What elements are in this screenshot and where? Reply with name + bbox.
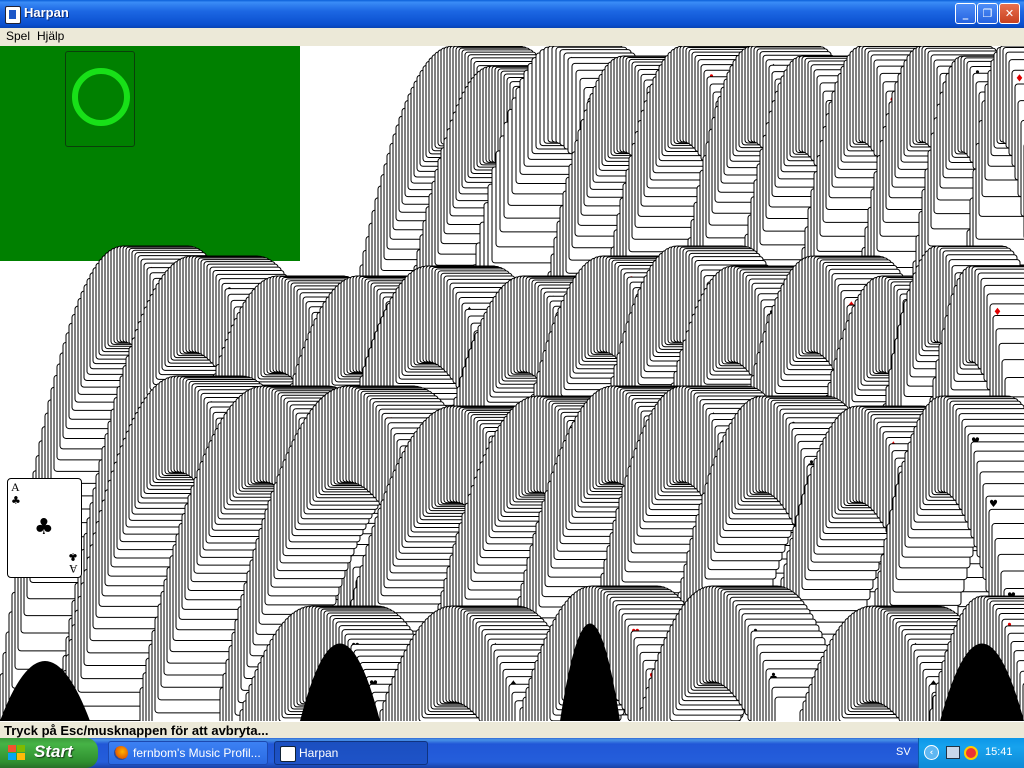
firefox-icon	[114, 746, 128, 760]
taskbar-item-label: fernbom's Music Profil...	[133, 746, 261, 760]
start-button[interactable]: Start	[0, 738, 98, 768]
system-tray: ‹ 15:41	[918, 738, 1024, 768]
status-message: Tryck på Esc/musknappen för att avbryta.…	[4, 723, 269, 738]
club-center-icon: ♣	[34, 515, 54, 540]
club-icon: ♣	[11, 494, 21, 507]
close-button[interactable]: ✕	[999, 3, 1020, 24]
menu-spel[interactable]: Spel	[6, 29, 30, 43]
start-label: Start	[34, 742, 73, 761]
taskbar: Start fernbom's Music Profil... Harpan S…	[0, 738, 1024, 768]
harpan-app-icon	[5, 6, 21, 24]
clock[interactable]: 15:41	[985, 746, 1013, 758]
menu-hjalp[interactable]: Hjälp	[37, 29, 64, 43]
minimize-button[interactable]: _	[955, 3, 976, 24]
bouncing-card-ace-of-clubs: A ♣ ♣ ♣ A	[7, 478, 82, 578]
taskbar-item-harpan[interactable]: Harpan	[274, 741, 428, 765]
status-bar: Tryck på Esc/musknappen för att avbryta.…	[0, 721, 1024, 739]
card-trail-pip: ♥	[989, 499, 998, 510]
maximize-button[interactable]: ❐	[977, 3, 998, 24]
security-shield-icon[interactable]	[964, 746, 978, 760]
windows-logo-icon	[8, 745, 26, 761]
window-title: Harpan	[24, 5, 69, 20]
menu-bar: Spel Hjälp	[0, 28, 1024, 46]
network-icon[interactable]	[946, 746, 960, 759]
chevron-left-icon[interactable]: ‹	[924, 745, 939, 760]
card-rank-top: A	[11, 480, 20, 494]
harpan-icon	[280, 746, 296, 762]
taskbar-item-firefox[interactable]: fernbom's Music Profil...	[108, 741, 268, 765]
card-trail-pip: ♦	[1015, 73, 1024, 84]
game-board[interactable]: ♠♠♠♠♠♠♠♠♠♠♠♠♠♠♠♠♠♥♥♥♥♥♥♥♥♥♥♥♥♥♥♥♠♠♠♠♠♠♠♠…	[0, 46, 1024, 721]
green-felt	[0, 46, 300, 261]
card-cascade-animation: ♠♠♠♠♠♠♠♠♠♠♠♠♠♠♠♠♠♥♥♥♥♥♥♥♥♥♥♥♥♥♥♥♠♠♠♠♠♠♠♠…	[0, 46, 1024, 721]
card-rank-bottom: A	[69, 562, 78, 576]
taskbar-item-label: Harpan	[299, 746, 339, 760]
stock-pile-slot[interactable]	[65, 51, 135, 147]
empty-stock-ring-icon	[72, 68, 130, 126]
language-indicator[interactable]: SV	[896, 746, 911, 758]
title-bar[interactable]: Harpan _ ❐ ✕	[0, 0, 1024, 28]
